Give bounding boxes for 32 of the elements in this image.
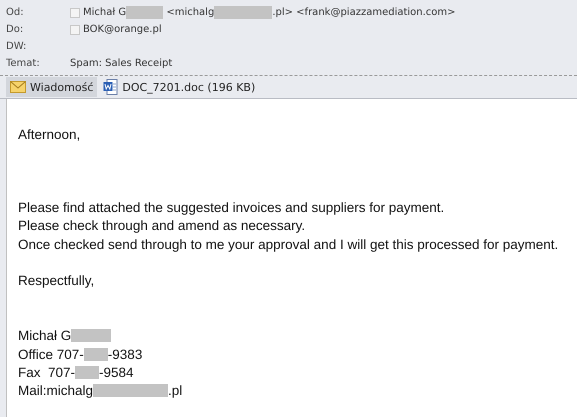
checkbox[interactable] xyxy=(70,8,80,18)
text: .pl xyxy=(168,383,182,398)
text: Afternoon, xyxy=(18,126,80,142)
text: .pl> <frank@piazzamediation.com> xyxy=(272,7,456,18)
field-label: Temat: xyxy=(6,58,41,69)
tab[interactable]: Wiadomość xyxy=(6,77,98,97)
redaction-bar xyxy=(214,6,272,19)
text: Once checked send through to me your approval and I will get this processed for payment. xyxy=(18,236,558,252)
redaction-bar xyxy=(75,366,100,379)
tab[interactable]: DOC_7201.doc (196 KB) xyxy=(99,77,260,97)
text: Please check through and amend as necessary. xyxy=(18,218,306,234)
text: Fax 707- xyxy=(18,364,76,380)
checkbox[interactable] xyxy=(70,24,80,34)
redaction-bar xyxy=(84,348,108,360)
envelope-icon xyxy=(10,81,26,93)
redaction-bar xyxy=(71,329,112,342)
text: BOK@orange.pl xyxy=(83,24,162,35)
text: <michalg xyxy=(165,7,214,18)
field-label: Do: xyxy=(6,24,24,35)
text: -9584 xyxy=(99,364,134,380)
field-label: DW: xyxy=(6,41,28,52)
text: Michał G xyxy=(18,328,72,344)
document-icon xyxy=(103,79,118,95)
field-label: Od: xyxy=(6,7,25,18)
text: -9383 xyxy=(108,346,142,362)
redaction-bar xyxy=(126,6,164,19)
text: Office 707- xyxy=(18,346,84,362)
text: Spam: Sales Receipt xyxy=(70,58,172,69)
text: Respectfully, xyxy=(18,273,94,288)
text: Michał G xyxy=(83,7,126,18)
text: Please find attached the suggested invoices and suppliers for payment. xyxy=(18,200,444,216)
text: Mail:michalg xyxy=(18,383,94,398)
